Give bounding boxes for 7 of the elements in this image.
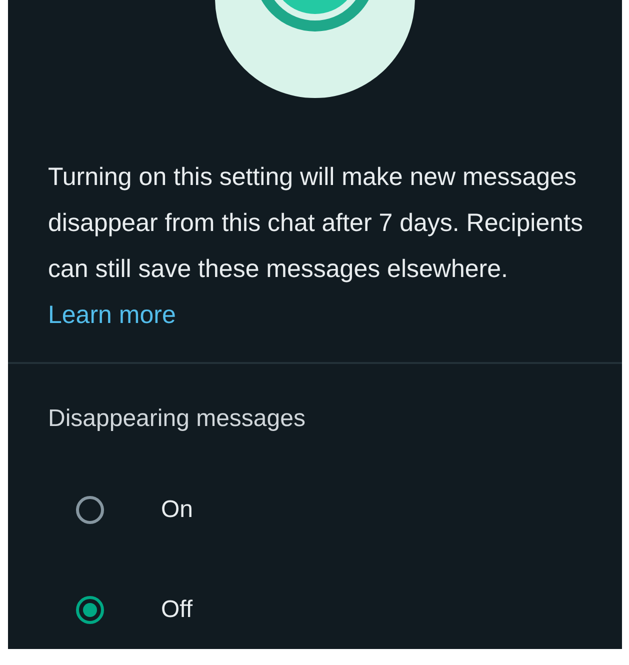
description-text: Turning on this setting will make new messages disappear from this chat after 7 days. Recipients can still save these messages elsewhere. Learn more bbox=[48, 162, 584, 331]
option-label: Off bbox=[161, 596, 193, 624]
section-title: Disappearing messages bbox=[48, 404, 306, 434]
radio-button[interactable] bbox=[76, 496, 104, 524]
radio-button[interactable] bbox=[76, 596, 104, 624]
option-label: On bbox=[161, 496, 194, 524]
learn-more-link[interactable]: Learn more bbox=[48, 301, 176, 329]
